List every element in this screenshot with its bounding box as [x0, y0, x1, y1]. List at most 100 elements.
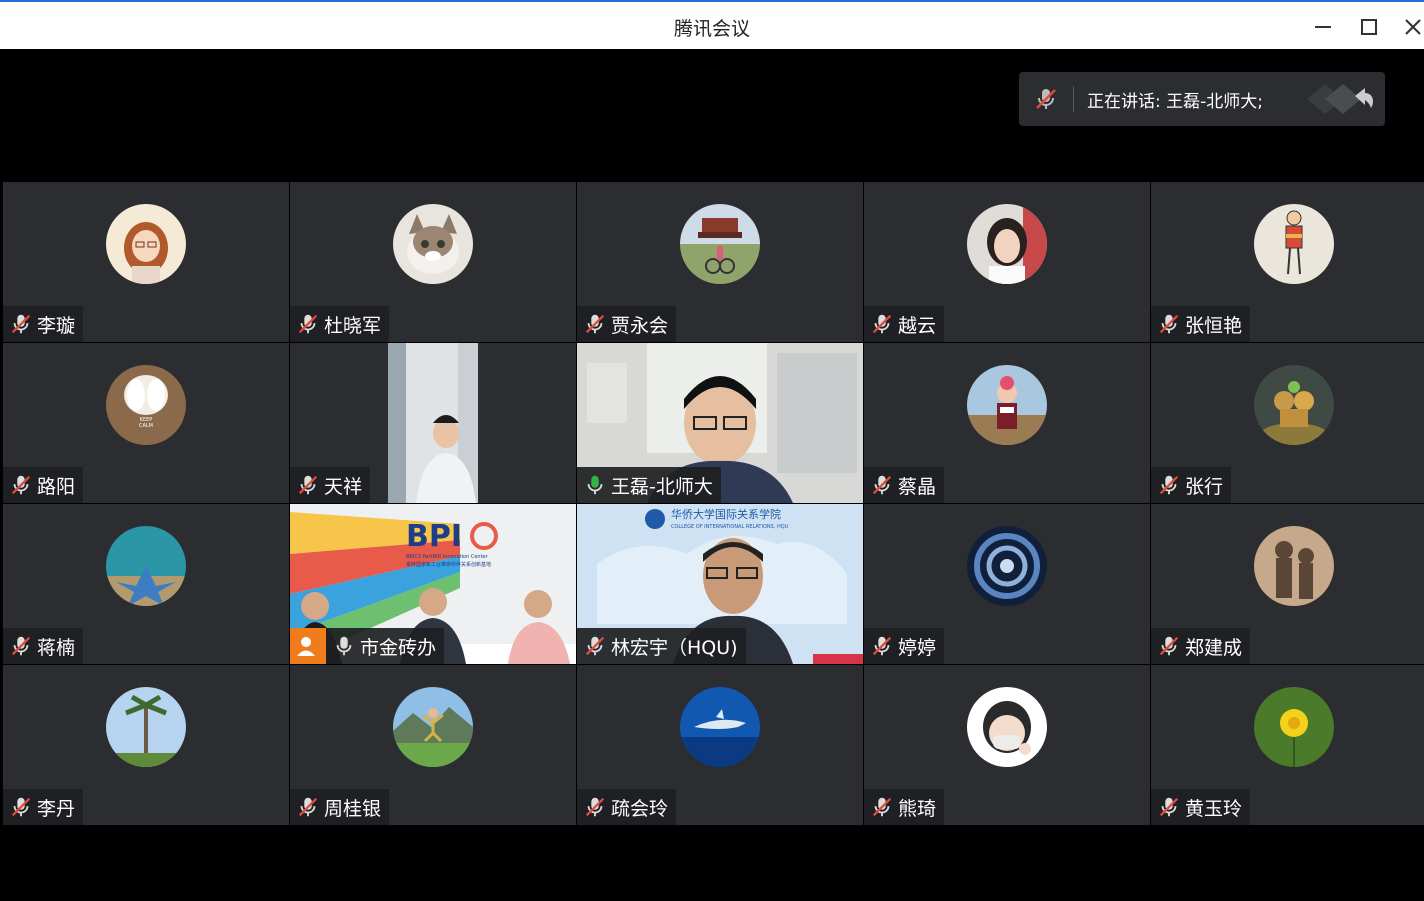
- participant-name: 郑建成: [1185, 636, 1243, 659]
- mic-muted-icon: [11, 314, 31, 334]
- participant-grid: 李璇 杜晓军 贾永会 越云 张恒艳 KEEP CALM 路阳 天祥 王磊-北师大…: [3, 182, 1424, 825]
- participant-tile[interactable]: 张行: [1151, 343, 1424, 503]
- maximize-icon[interactable]: [1352, 10, 1386, 44]
- mic-muted-icon: [1159, 475, 1179, 495]
- mic-muted-icon: [11, 636, 31, 656]
- participant-tile[interactable]: 张恒艳: [1151, 182, 1424, 342]
- mic-muted-icon: [11, 797, 31, 817]
- participant-name-tag: 疏会玲: [577, 789, 677, 825]
- participant-name: 越云: [898, 314, 937, 337]
- participant-name-tag: 熊琦: [864, 789, 945, 825]
- mic-muted-icon: [298, 797, 318, 817]
- mic-muted-icon: [298, 314, 318, 334]
- participant-tile[interactable]: 郑建成: [1151, 504, 1424, 664]
- close-icon[interactable]: [1396, 10, 1424, 44]
- participant-name-tag: 杜晓军: [290, 306, 390, 342]
- avatar: [967, 687, 1047, 767]
- speaker-indicator[interactable]: 正在讲话: 王磊-北师大;: [1019, 72, 1385, 126]
- mic-muted-icon: [298, 475, 318, 495]
- mic-muted-icon[interactable]: [1033, 86, 1059, 116]
- mic-muted-icon: [11, 475, 31, 495]
- participant-tile[interactable]: 疏会玲: [577, 665, 863, 825]
- participant-tile[interactable]: 李丹: [3, 665, 289, 825]
- participant-name: 张恒艳: [1185, 314, 1243, 337]
- participant-tile[interactable]: 杜晓军: [290, 182, 576, 342]
- participant-name: 路阳: [37, 475, 76, 498]
- participant-name: 婷婷: [898, 636, 937, 659]
- participant-name: 张行: [1185, 475, 1224, 498]
- mic-muted-icon: [585, 314, 605, 334]
- video-feed: [388, 343, 478, 503]
- participant-name: 天祥: [324, 475, 363, 498]
- participant-name-tag: 天祥: [290, 467, 371, 503]
- avatar: KEEP CALM: [106, 365, 186, 445]
- hqu-title-en: COLLEGE OF INTERNATIONAL RELATIONS, HQU: [671, 524, 789, 530]
- participant-tile-speaking[interactable]: 王磊-北师大: [577, 343, 863, 503]
- mic-muted-icon: [872, 314, 892, 334]
- participant-tile[interactable]: 华侨大学国际关系学院 COLLEGE OF INTERNATIONAL RELAT…: [577, 504, 863, 664]
- participant-tile[interactable]: 蔡晶: [864, 343, 1150, 503]
- participant-name-tag: 越云: [864, 306, 945, 342]
- participant-name: 杜晓军: [324, 314, 382, 337]
- participant-tile[interactable]: 越云: [864, 182, 1150, 342]
- participant-tile[interactable]: 贾永会: [577, 182, 863, 342]
- participant-name-tag: 周桂银: [290, 789, 390, 825]
- avatar: [106, 526, 186, 606]
- avatar: [1254, 365, 1334, 445]
- participant-name-tag: 林宏宇（HQU): [577, 628, 746, 664]
- avatar: [680, 204, 760, 284]
- mic-muted-icon: [585, 636, 605, 656]
- participant-name: 黄玉玲: [1185, 797, 1243, 820]
- participant-name-tag: 路阳: [3, 467, 84, 503]
- title-bar: 腾讯会议: [0, 0, 1424, 49]
- participant-name: 王磊-北师大: [611, 475, 713, 498]
- participant-name-tag: 张恒艳: [1151, 306, 1251, 342]
- participant-tile[interactable]: 熊琦: [864, 665, 1150, 825]
- bpi-logo: BPI: [406, 519, 462, 554]
- avatar: [106, 687, 186, 767]
- participant-tile[interactable]: KEEP CALM 路阳: [3, 343, 289, 503]
- participant-tile[interactable]: 黄玉玲: [1151, 665, 1424, 825]
- participant-tile[interactable]: 蒋楠: [3, 504, 289, 664]
- participant-tile[interactable]: BPI BRICS PartNIR Innovation Center 金砖国家新工…: [290, 504, 576, 664]
- participant-name: 熊琦: [898, 797, 937, 820]
- mic-muted-icon: [1159, 636, 1179, 656]
- mic-muted-icon: [1159, 797, 1179, 817]
- participant-name: 蒋楠: [37, 636, 76, 659]
- participant-tile[interactable]: 周桂银: [290, 665, 576, 825]
- minimize-icon[interactable]: [1306, 10, 1340, 44]
- avatar: [680, 687, 760, 767]
- arrow-back-icon[interactable]: [1305, 82, 1375, 120]
- avatar: [393, 204, 473, 284]
- avatar: [967, 365, 1047, 445]
- participant-tile[interactable]: 李璇: [3, 182, 289, 342]
- host-icon: [290, 628, 326, 664]
- mic-muted-icon: [872, 797, 892, 817]
- participant-name: 李丹: [37, 797, 76, 820]
- participant-name-tag: 蒋楠: [3, 628, 84, 664]
- mic-muted-icon: [585, 797, 605, 817]
- avatar: [1254, 687, 1334, 767]
- avatar: [393, 687, 473, 767]
- bpi-subtitle: BRICS PartNIR Innovation Center: [406, 554, 489, 560]
- participant-name-tag: 市金砖办: [290, 628, 445, 664]
- window-title: 腾讯会议: [673, 18, 750, 40]
- participant-name: 疏会玲: [611, 797, 669, 820]
- participant-tile[interactable]: 天祥: [290, 343, 576, 503]
- participant-name-tag: 贾永会: [577, 306, 677, 342]
- participant-name-tag: 张行: [1151, 467, 1232, 503]
- participant-tile[interactable]: 婷婷: [864, 504, 1150, 664]
- participant-name-tag: 婷婷: [864, 628, 945, 664]
- mic-muted-icon: [872, 636, 892, 656]
- mic-muted-icon: [1159, 314, 1179, 334]
- avatar: [106, 204, 186, 284]
- avatar: [967, 204, 1047, 284]
- participant-name: 周桂银: [324, 797, 382, 820]
- divider: [1073, 86, 1074, 112]
- bpi-subtitle-cn: 金砖国家新工业革命伙伴关系创新基地: [406, 561, 491, 568]
- participant-name: 蔡晶: [898, 475, 937, 498]
- mic-active-icon: [587, 475, 603, 495]
- participant-name-tag: 蔡晶: [864, 467, 945, 503]
- participant-name-tag: 黄玉玲: [1151, 789, 1251, 825]
- meeting-stage: 正在讲话: 王磊-北师大; 李璇 杜晓军 贾永会 越云 张恒艳 KEEP CAL…: [3, 49, 1424, 901]
